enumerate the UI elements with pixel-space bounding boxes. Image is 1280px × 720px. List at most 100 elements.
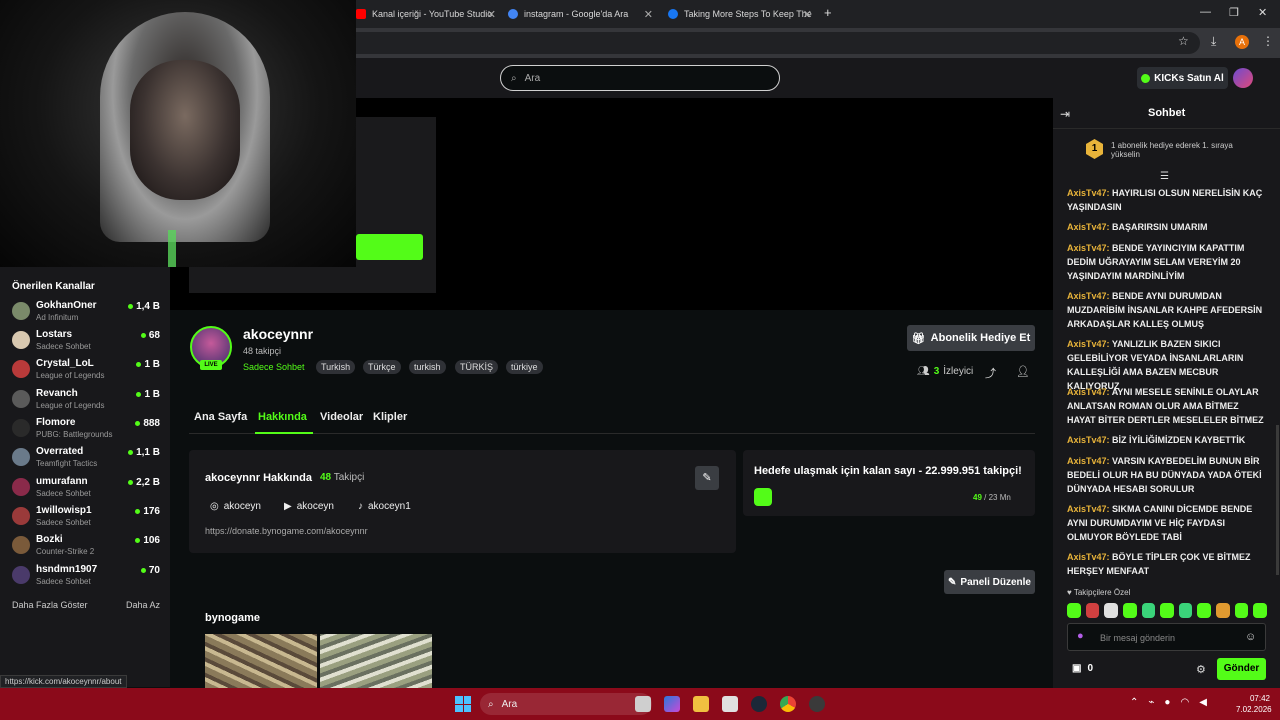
sidebar-channel-revanch[interactable]: Revanch League of Legends 1 B bbox=[12, 388, 160, 416]
store-icon[interactable] bbox=[722, 696, 738, 712]
chat-filter-icon[interactable]: ☰ bbox=[1160, 171, 1169, 182]
tab-about[interactable]: Hakkında bbox=[258, 411, 307, 423]
donate-link[interactable]: https://donate.bynogame.com/akoceynnr bbox=[205, 526, 368, 536]
youtube-link[interactable]: ▶ akoceyn bbox=[284, 501, 334, 512]
emote-icon[interactable] bbox=[1122, 603, 1137, 618]
tab-home[interactable]: Ana Sayfa bbox=[194, 411, 247, 423]
profile-avatar[interactable]: A bbox=[1235, 35, 1249, 49]
emote-icon[interactable] bbox=[1197, 603, 1212, 618]
show-less-link[interactable]: Daha Az bbox=[126, 600, 160, 610]
new-tab-button[interactable]: + bbox=[824, 5, 832, 20]
sidebar-channel-bozki[interactable]: Bozki Counter-Strike 2 106 bbox=[12, 534, 160, 562]
sidebar-channel-umurafann[interactable]: umurafann Sadece Sohbet 2,2 B bbox=[12, 476, 160, 504]
steam-icon[interactable] bbox=[751, 696, 767, 712]
emote-icon[interactable] bbox=[1178, 603, 1193, 618]
tag[interactable]: Turkish bbox=[316, 360, 356, 374]
show-more-link[interactable]: Daha Fazla Göster bbox=[12, 600, 88, 610]
emote-icon[interactable] bbox=[1104, 603, 1118, 618]
clock[interactable]: 07:42 7.02.2026 bbox=[1236, 693, 1272, 715]
close-window-icon[interactable]: ✕ bbox=[1258, 6, 1267, 19]
mic-tray-icon[interactable]: ● bbox=[1164, 697, 1170, 708]
chrome-icon[interactable] bbox=[780, 696, 796, 712]
sidebar-channel-lostars[interactable]: Lostars Sadece Sohbet 68 bbox=[12, 329, 160, 357]
chat-username[interactable]: AxisTv47: bbox=[1067, 456, 1110, 466]
chat-username[interactable]: AxisTv47: bbox=[1067, 243, 1110, 253]
panel-image[interactable] bbox=[320, 634, 432, 688]
send-button[interactable]: Gönder bbox=[1217, 658, 1266, 680]
minimize-icon[interactable]: — bbox=[1200, 6, 1211, 18]
task-view-icon[interactable] bbox=[635, 696, 651, 712]
restore-icon[interactable]: ❐ bbox=[1229, 6, 1239, 19]
volume-icon[interactable]: ◀︎ bbox=[1199, 697, 1207, 708]
chat-username[interactable]: AxisTv47: bbox=[1067, 291, 1110, 301]
network-icon[interactable]: ⌁ bbox=[1148, 697, 1154, 708]
sidebar-channel-crystal_lol[interactable]: Crystal_LoL League of Legends 1 B bbox=[12, 358, 160, 386]
emote-icon[interactable] bbox=[1141, 603, 1156, 618]
collapse-chat-icon[interactable]: ⇥ bbox=[1060, 107, 1070, 121]
sidebar-channel-overrated[interactable]: Overrated Teamfight Tactics 1,1 B bbox=[12, 446, 160, 474]
tag[interactable]: türkiye bbox=[506, 360, 543, 374]
user-avatar[interactable] bbox=[1233, 68, 1253, 88]
edit-panel-button[interactable]: ✎ Paneli Düzenle bbox=[944, 570, 1035, 594]
browser-tab-youtube[interactable]: Kanal içeriği - YouTube Studio ✕ bbox=[356, 4, 496, 24]
chat-scrollbar[interactable] bbox=[1276, 425, 1279, 575]
chat-username[interactable]: AxisTv47: bbox=[1067, 504, 1110, 514]
tiktok-link[interactable]: ♪ akoceyn1 bbox=[358, 501, 411, 512]
kicks-balance[interactable]: ▣ 0 bbox=[1072, 663, 1093, 674]
tag[interactable]: turkish bbox=[409, 360, 446, 374]
chat-username[interactable]: AxisTv47: bbox=[1067, 188, 1110, 198]
file-explorer-icon[interactable] bbox=[693, 696, 709, 712]
tag[interactable]: TÜRKİŞ bbox=[455, 360, 499, 374]
chat-username[interactable]: AxisTv47: bbox=[1067, 222, 1110, 232]
sidebar-channel-flomore[interactable]: Flomore PUBG: Battlegrounds 888 bbox=[12, 417, 160, 445]
emote-icon[interactable] bbox=[1067, 603, 1081, 618]
copilot-icon[interactable] bbox=[664, 696, 680, 712]
url-field[interactable] bbox=[300, 32, 1200, 54]
close-icon[interactable]: ✕ bbox=[803, 8, 812, 21]
sidebar-channel-hsndmn1907[interactable]: hsndmn1907 Sadece Sohbet 70 bbox=[12, 564, 160, 592]
chat-username[interactable]: AxisTv47: bbox=[1067, 339, 1110, 349]
chat-username[interactable]: AxisTv47: bbox=[1067, 387, 1110, 397]
download-icon[interactable]: ⤓ bbox=[1211, 34, 1216, 49]
close-icon[interactable]: ✕ bbox=[487, 8, 496, 21]
browser-tab-meta[interactable]: Taking More Steps To Keep The ✕ bbox=[668, 4, 812, 24]
viewers-icon: 👥︎ bbox=[917, 366, 930, 377]
windows-start-icon[interactable] bbox=[455, 696, 471, 712]
emote-icon[interactable] bbox=[1160, 603, 1174, 618]
buy-kicks-button[interactable]: KICKs Satın Al bbox=[1137, 67, 1228, 89]
chevron-up-icon[interactable]: ⌃ bbox=[1130, 697, 1138, 708]
sidebar-channel-1willowisp1[interactable]: 1willowisp1 Sadece Sohbet 176 bbox=[12, 505, 160, 533]
taskbar-search[interactable]: ⌕ Ara bbox=[480, 693, 652, 715]
edit-about-button[interactable]: ✎ bbox=[695, 466, 719, 490]
wifi-icon[interactable]: ◠ bbox=[1180, 697, 1189, 708]
chat-username[interactable]: AxisTv47: bbox=[1067, 435, 1110, 445]
share-icon[interactable]: ⤴ bbox=[985, 365, 996, 381]
menu-dots-icon[interactable]: ⋮ bbox=[1262, 34, 1274, 48]
chat-message: AxisTv47: HAYIRLISI OLSUN NERELİSİN KAÇ … bbox=[1067, 186, 1267, 214]
gift-icon: 🎁︎ bbox=[911, 332, 926, 345]
emote-icon[interactable] bbox=[1253, 603, 1268, 618]
bookmark-star-icon[interactable]: ☆ bbox=[1178, 34, 1189, 48]
obs-icon[interactable] bbox=[809, 696, 825, 712]
chat-username[interactable]: AxisTv47: bbox=[1067, 552, 1110, 562]
emote-icon[interactable] bbox=[1085, 603, 1100, 618]
emote-icon[interactable] bbox=[1234, 603, 1249, 618]
tab-videos[interactable]: Videolar bbox=[320, 411, 363, 423]
close-icon[interactable]: ✕ bbox=[644, 8, 653, 21]
gear-icon[interactable]: ⚙ bbox=[1196, 663, 1206, 676]
panel-image[interactable] bbox=[205, 634, 317, 688]
gift-subscription-button[interactable]: 🎁︎ Abonelik Hediye Et bbox=[907, 325, 1035, 351]
sidebar-channel-gokhanoner[interactable]: GokhanOner Ad Infinitum 1,4 B bbox=[12, 300, 160, 328]
player-action-button[interactable] bbox=[356, 234, 423, 260]
search-input[interactable]: ⌕ Ara bbox=[500, 65, 780, 91]
tag[interactable]: Türkçe bbox=[363, 360, 401, 374]
channel-category[interactable]: Sadece Sohbet bbox=[243, 362, 305, 372]
emote-icon[interactable] bbox=[1216, 603, 1230, 618]
instagram-icon: ◎ bbox=[210, 501, 219, 512]
microphone-icon[interactable]: ● bbox=[1077, 630, 1084, 642]
instagram-link[interactable]: ◎ akoceyn bbox=[210, 501, 261, 512]
tab-clips[interactable]: Klipler bbox=[373, 411, 407, 423]
follow-user-icon[interactable]: 👤︎ bbox=[1016, 365, 1030, 378]
emoji-picker-icon[interactable]: ☺ bbox=[1245, 631, 1256, 643]
browser-tab-google[interactable]: instagram - Google'da Ara ✕ bbox=[508, 4, 653, 24]
